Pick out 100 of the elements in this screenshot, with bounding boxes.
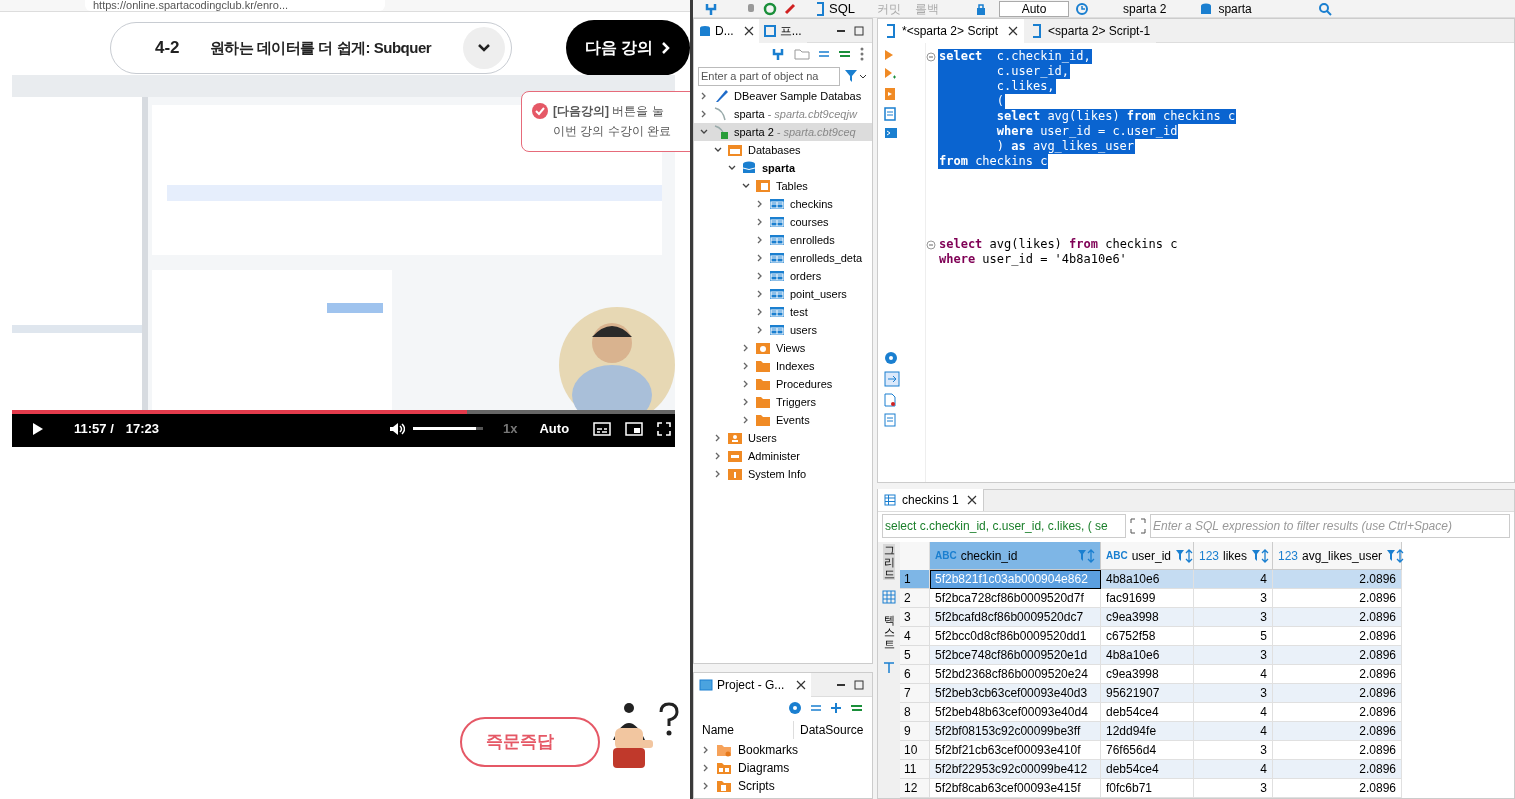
chevron-right-icon[interactable] <box>714 452 722 460</box>
fold-icon[interactable] <box>926 239 936 250</box>
lecture-selector[interactable]: 4-2 원하는 데이터를 더 쉽게: Subquer <box>110 22 513 74</box>
row-number[interactable]: 5 <box>900 646 930 665</box>
view-tab[interactable]: 텍스트 <box>883 614 895 651</box>
chevron-right-icon[interactable] <box>714 434 722 442</box>
chevron-right-icon[interactable] <box>742 344 750 352</box>
tree-item[interactable]: Bookmarks <box>694 741 872 759</box>
tree-item[interactable]: users <box>694 321 872 339</box>
row-number[interactable]: 2 <box>900 589 930 608</box>
view-tab[interactable]: 그리드 <box>883 544 895 581</box>
tree-item[interactable]: courses <box>694 213 872 231</box>
close-icon[interactable] <box>966 495 977 505</box>
tree-item[interactable]: sparta - sparta.cbt9ceqjw <box>694 105 872 123</box>
row-number[interactable]: 1 <box>900 570 930 589</box>
history-icon[interactable] <box>1075 1 1089 16</box>
close-icon[interactable] <box>743 25 754 36</box>
tree-item[interactable]: enrolleds <box>694 231 872 249</box>
fold-icon[interactable] <box>926 51 936 62</box>
tree-item[interactable]: checkins <box>694 195 872 213</box>
disconnect-icon[interactable] <box>783 1 797 16</box>
filter-sort-icon[interactable] <box>1251 547 1270 564</box>
chevron-right-icon[interactable] <box>702 746 710 754</box>
tree-item[interactable]: sparta 2 - sparta.cbt9ceq <box>694 123 872 141</box>
row-number[interactable]: 8 <box>900 703 930 722</box>
more-icon[interactable] <box>860 47 864 61</box>
row-number[interactable]: 3 <box>900 608 930 627</box>
collapse-icon[interactable] <box>810 704 822 712</box>
tree-item[interactable]: enrolleds_deta <box>694 249 872 267</box>
close-icon[interactable] <box>1008 25 1019 36</box>
row-number[interactable]: 6 <box>900 665 930 684</box>
chevron-right-icon[interactable] <box>742 398 750 406</box>
qa-button[interactable]: 즉문즉답 <box>460 717 600 767</box>
settings-icon[interactable] <box>788 701 802 715</box>
column-header[interactable]: ABC checkin_id <box>930 542 1101 570</box>
tree-item[interactable]: Scripts <box>694 777 872 795</box>
row-number[interactable]: 12 <box>900 779 930 798</box>
column-header[interactable]: 123 avg_likes_user <box>1273 542 1402 570</box>
tree-item[interactable]: Events <box>694 411 872 429</box>
row-number[interactable]: 4 <box>900 627 930 646</box>
tree-item[interactable]: Administer <box>694 447 872 465</box>
explain-icon[interactable] <box>884 107 896 121</box>
fullscreen-icon[interactable] <box>657 421 672 436</box>
speed-button[interactable]: 1x <box>503 418 518 439</box>
chevron-right-icon[interactable] <box>700 110 708 118</box>
chevron-right-icon[interactable] <box>700 92 708 100</box>
progress-track[interactable] <box>12 410 675 414</box>
maximize-icon[interactable] <box>854 679 864 690</box>
file-icon[interactable] <box>884 393 896 407</box>
filter-field[interactable]: Enter a SQL expression to filter results (use Ctrl+Space) <box>1150 514 1510 538</box>
transaction-mode-field[interactable]: Auto <box>999 0 1069 17</box>
tree-item[interactable]: Databases <box>694 141 872 159</box>
close-icon[interactable] <box>796 679 807 690</box>
connect-icon[interactable] <box>770 47 786 61</box>
miniplayer-icon[interactable] <box>625 421 644 436</box>
column-header[interactable]: ABC user_id <box>1101 542 1194 570</box>
lock-icon[interactable] <box>975 1 987 16</box>
tree-item[interactable]: Indexes <box>694 357 872 375</box>
tree-item[interactable]: Users <box>694 429 872 447</box>
panel-tab[interactable]: D... <box>694 19 759 43</box>
tree-item[interactable]: test <box>694 303 872 321</box>
terminal-icon[interactable] <box>884 127 898 139</box>
schema-selector[interactable]: sparta <box>1218 0 1252 17</box>
tree-item[interactable]: System Info <box>694 465 872 483</box>
chevron-down-icon[interactable] <box>728 164 736 172</box>
chevron-right-icon[interactable] <box>756 254 764 262</box>
chevron-right-icon[interactable] <box>702 764 710 772</box>
quality-button[interactable]: Auto <box>539 418 570 439</box>
volume-icon[interactable] <box>389 421 405 436</box>
column-header[interactable]: Name <box>694 721 794 739</box>
chevron-down-icon[interactable] <box>700 128 708 136</box>
chevron-right-icon[interactable] <box>756 308 764 316</box>
filter-icon[interactable] <box>844 69 866 83</box>
chevron-down-icon[interactable] <box>742 182 750 190</box>
chevron-down-icon[interactable] <box>714 146 722 154</box>
collapse-icon[interactable] <box>818 50 830 58</box>
text-icon[interactable] <box>882 660 896 675</box>
column-header[interactable]: DataSource <box>794 721 864 739</box>
filter-sort-icon[interactable] <box>1175 547 1194 564</box>
chevron-right-icon[interactable] <box>742 416 750 424</box>
tree-item[interactable]: Triggers <box>694 393 872 411</box>
tree-item[interactable]: sparta <box>694 159 872 177</box>
sql-editor-button[interactable]: SQL <box>815 0 855 17</box>
address-bar[interactable]: https://online.spartacodingclub.kr/enro... <box>85 0 385 11</box>
result-tab[interactable]: checkins 1 <box>878 489 984 511</box>
column-header[interactable]: 123 likes <box>1194 542 1273 570</box>
connect-icon[interactable] <box>703 1 719 16</box>
panel-tab[interactable]: Project - G... <box>694 672 812 697</box>
row-number[interactable]: 11 <box>900 760 930 779</box>
tree-item[interactable]: point_users <box>694 285 872 303</box>
tree-item[interactable]: Diagrams <box>694 759 872 777</box>
next-lecture-button[interactable]: 다음 강의 <box>566 20 690 76</box>
link-icon[interactable] <box>850 703 864 713</box>
tree-item[interactable]: Views <box>694 339 872 357</box>
grid-icon[interactable] <box>882 590 896 605</box>
connection-selector[interactable]: sparta 2 <box>1123 0 1167 17</box>
chevron-right-icon[interactable] <box>756 236 764 244</box>
chevron-right-icon[interactable] <box>756 200 764 208</box>
chevron-right-icon[interactable] <box>702 782 710 790</box>
chevron-right-icon[interactable] <box>756 290 764 298</box>
